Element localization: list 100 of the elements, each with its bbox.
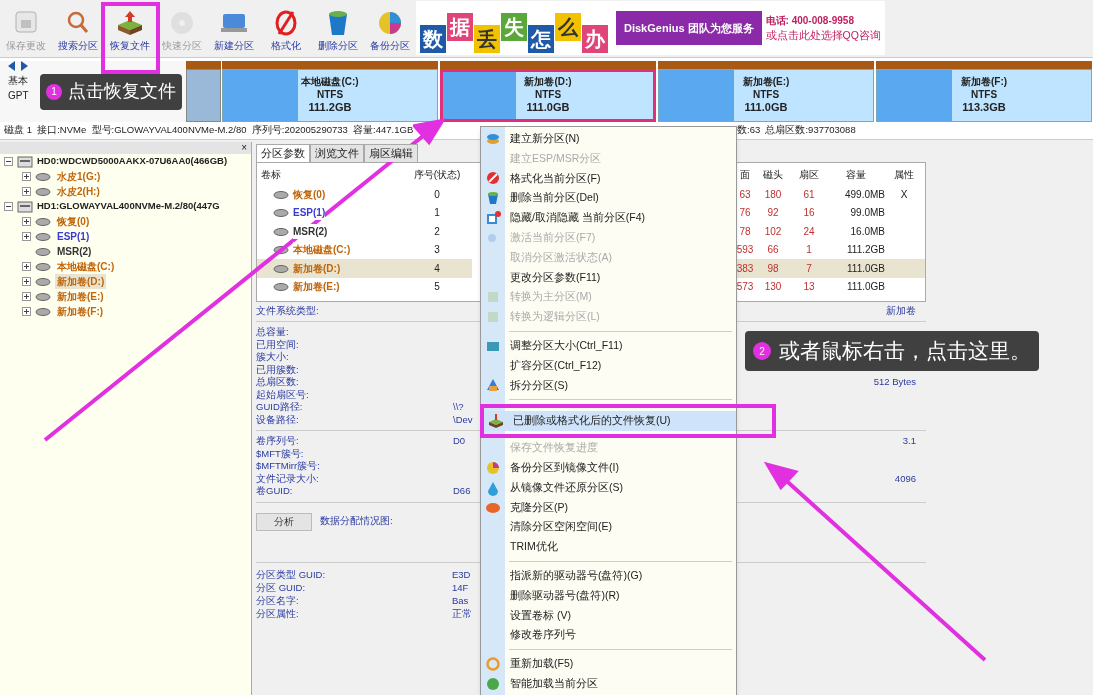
partition-icon bbox=[35, 217, 51, 226]
banner-tile: 数 bbox=[420, 25, 446, 53]
table-cell-text: 4 bbox=[433, 261, 441, 276]
expand-icon[interactable] bbox=[22, 187, 31, 196]
menu-item[interactable]: 隐藏/取消隐藏 当前分区(F4) bbox=[481, 208, 736, 228]
toolbar-button[interactable]: 格式化 bbox=[260, 8, 312, 57]
toolbar-button[interactable]: 删除分区 bbox=[312, 8, 364, 57]
menu-item[interactable]: 备份分区到镜像文件(I) bbox=[481, 457, 736, 478]
tab[interactable]: 分区参数 bbox=[256, 144, 310, 162]
table-row[interactable]: 新加卷(D:) 4 bbox=[257, 259, 472, 278]
menu-item[interactable]: 格式化当前分区(F) bbox=[481, 168, 736, 189]
forward-icon[interactable] bbox=[20, 61, 28, 71]
table-cell-text: 0 bbox=[433, 187, 441, 202]
menu-item[interactable]: 修改卷序列号 bbox=[481, 625, 736, 646]
column-header: 扇区 bbox=[798, 167, 820, 182]
banner-phone: 电话: 400-008-9958 bbox=[765, 13, 855, 28]
partition-size: 111.2GB bbox=[308, 101, 352, 115]
field-value: D66 bbox=[453, 485, 471, 497]
menu-item[interactable]: 拆分分区(S) bbox=[481, 375, 736, 396]
menu-item[interactable]: 重新加载(F5) bbox=[481, 654, 736, 674]
close-button[interactable]: × bbox=[241, 143, 247, 153]
banner-note: 或点击此处选择QQ咨询 bbox=[765, 27, 881, 43]
table-cell: 111.0GB bbox=[847, 262, 885, 274]
partition-fs: NTFS bbox=[752, 88, 780, 102]
expand-icon[interactable] bbox=[22, 277, 31, 286]
menu-item[interactable]: 智能加载当前分区 bbox=[481, 673, 736, 694]
field-label: 分区 GUID: bbox=[256, 580, 307, 595]
expand-icon[interactable] bbox=[22, 217, 31, 226]
table-cell: 573 bbox=[736, 281, 754, 293]
expand-icon[interactable] bbox=[22, 262, 31, 271]
field-value: 14F bbox=[452, 580, 470, 595]
table-cell: 98 bbox=[767, 262, 779, 274]
analyze-button[interactable]: 分析 bbox=[256, 512, 312, 531]
reload-icon bbox=[485, 656, 501, 672]
expand-icon[interactable] bbox=[22, 307, 31, 316]
table-cell: 102 bbox=[764, 225, 782, 237]
menu-item[interactable]: 已删除或格式化后的文件恢复(U) bbox=[484, 411, 736, 432]
banner-tile: 怎 bbox=[528, 25, 554, 53]
disk-tree-item[interactable]: HD1:GLOWAYVAL400NVMe-M.2/80(447G bbox=[37, 199, 220, 214]
partition-tree-item[interactable]: 本地磁盘(C:) bbox=[55, 259, 117, 274]
partition-block[interactable]: 新加卷(D:) NTFS 111.0GB bbox=[440, 69, 656, 122]
menu-item[interactable]: 从镜像文件还原分区(S) bbox=[481, 477, 736, 498]
partition-tree-item[interactable]: 恢复(0) bbox=[55, 214, 92, 229]
table-cell: 78 bbox=[739, 225, 751, 237]
table-cell: X bbox=[900, 188, 908, 200]
field-value: E3D bbox=[452, 567, 472, 582]
tab[interactable]: 扇区编辑 bbox=[364, 144, 418, 162]
field-value: 正常 bbox=[452, 606, 473, 621]
collapse-icon[interactable] bbox=[4, 202, 13, 211]
partition-tree-item[interactable]: 新加卷(E:) bbox=[55, 289, 106, 304]
partition-tree-item[interactable]: 水皮1(G:) bbox=[55, 169, 103, 184]
toolbar-button[interactable]: 搜索分区 bbox=[52, 8, 104, 57]
smart-icon bbox=[485, 675, 501, 692]
partition-tree-item[interactable]: 水皮2(H:) bbox=[55, 184, 102, 199]
menu-item[interactable]: 建立新分区(N) bbox=[481, 129, 736, 149]
partition-name: 新加卷(D:) bbox=[524, 76, 572, 89]
ad-banner[interactable]: 数 据 丢 失 怎 么 办 DiskGenius 团队为您服务 电话: 400-008-9958 或点击此处选择QQ咨询 bbox=[416, 1, 885, 55]
partition-tree-item[interactable]: MSR(2) bbox=[55, 244, 94, 259]
expand-icon[interactable] bbox=[22, 172, 31, 181]
table-row[interactable]: 383 98 7 111.0GB bbox=[735, 259, 925, 278]
partition-block[interactable]: 新加卷(F:) NTFS 113.3GB bbox=[876, 69, 1092, 122]
toolbar-button[interactable]: 备份分区 bbox=[364, 8, 416, 57]
expand-icon[interactable] bbox=[22, 292, 31, 301]
toolbar-button[interactable]: 恢复文件 bbox=[104, 8, 156, 57]
partition-size: 113.3GB bbox=[962, 101, 1006, 115]
menu-item[interactable]: 删除当前分区(Del) bbox=[481, 188, 736, 209]
field-value: \Dev bbox=[453, 413, 473, 425]
expand-icon[interactable] bbox=[22, 232, 31, 241]
menu-item[interactable]: 调整分区大小(Ctrl_F11) bbox=[481, 335, 736, 356]
partition-tree-item[interactable]: ESP(1) bbox=[55, 229, 92, 244]
menu-item[interactable]: 设置卷标 (V) bbox=[481, 605, 736, 626]
menu-item[interactable]: 指派新的驱动器号(盘符)(G) bbox=[481, 565, 736, 586]
menu-item[interactable]: 删除驱动器号(盘符)(R) bbox=[481, 585, 736, 606]
menu-item[interactable]: TRIM优化 bbox=[481, 537, 736, 557]
volume-label-cell: MSR(2) bbox=[293, 223, 328, 239]
partition-fs: NTFS bbox=[534, 88, 562, 102]
partition-icon bbox=[273, 245, 289, 255]
column-header: 磁头 bbox=[762, 167, 784, 182]
disk-tree-item[interactable]: HD0:WDCWD5000AAKX-07U6AA0(466GB) bbox=[37, 154, 228, 169]
partition-icon bbox=[35, 262, 51, 271]
tab[interactable]: 浏览文件 bbox=[310, 144, 364, 162]
partition-block[interactable]: 新加卷(E:) NTFS 111.0GB bbox=[658, 69, 874, 122]
table-cell: 383 bbox=[736, 262, 754, 274]
table-cell: 24 bbox=[803, 225, 815, 237]
menu-item[interactable]: 扩容分区(Ctrl_F12) bbox=[481, 355, 736, 376]
partition-block[interactable]: 本地磁盘(C:) NTFS 111.2GB bbox=[222, 69, 438, 122]
column-header: 属性 bbox=[893, 167, 915, 182]
field-label: 总容量: bbox=[256, 325, 289, 340]
menu-item[interactable]: 更改分区参数(F11) bbox=[481, 267, 736, 288]
menu-item[interactable]: 克隆分区(P) bbox=[481, 497, 736, 518]
back-icon[interactable] bbox=[8, 61, 16, 71]
field-value: 4096 bbox=[894, 472, 916, 484]
split-icon bbox=[485, 377, 501, 394]
collapse-icon[interactable] bbox=[4, 157, 13, 166]
partition-tree-item[interactable]: 新加卷(F:) bbox=[55, 304, 106, 319]
volume-label-cell: 新加卷(D:) bbox=[293, 260, 341, 276]
menu-item[interactable]: 清除分区空闲空间(E) bbox=[481, 517, 736, 538]
field-label: 分区属性: bbox=[256, 606, 300, 621]
toolbar-button[interactable]: 新建分区 bbox=[208, 8, 260, 57]
partition-icon bbox=[35, 247, 51, 256]
